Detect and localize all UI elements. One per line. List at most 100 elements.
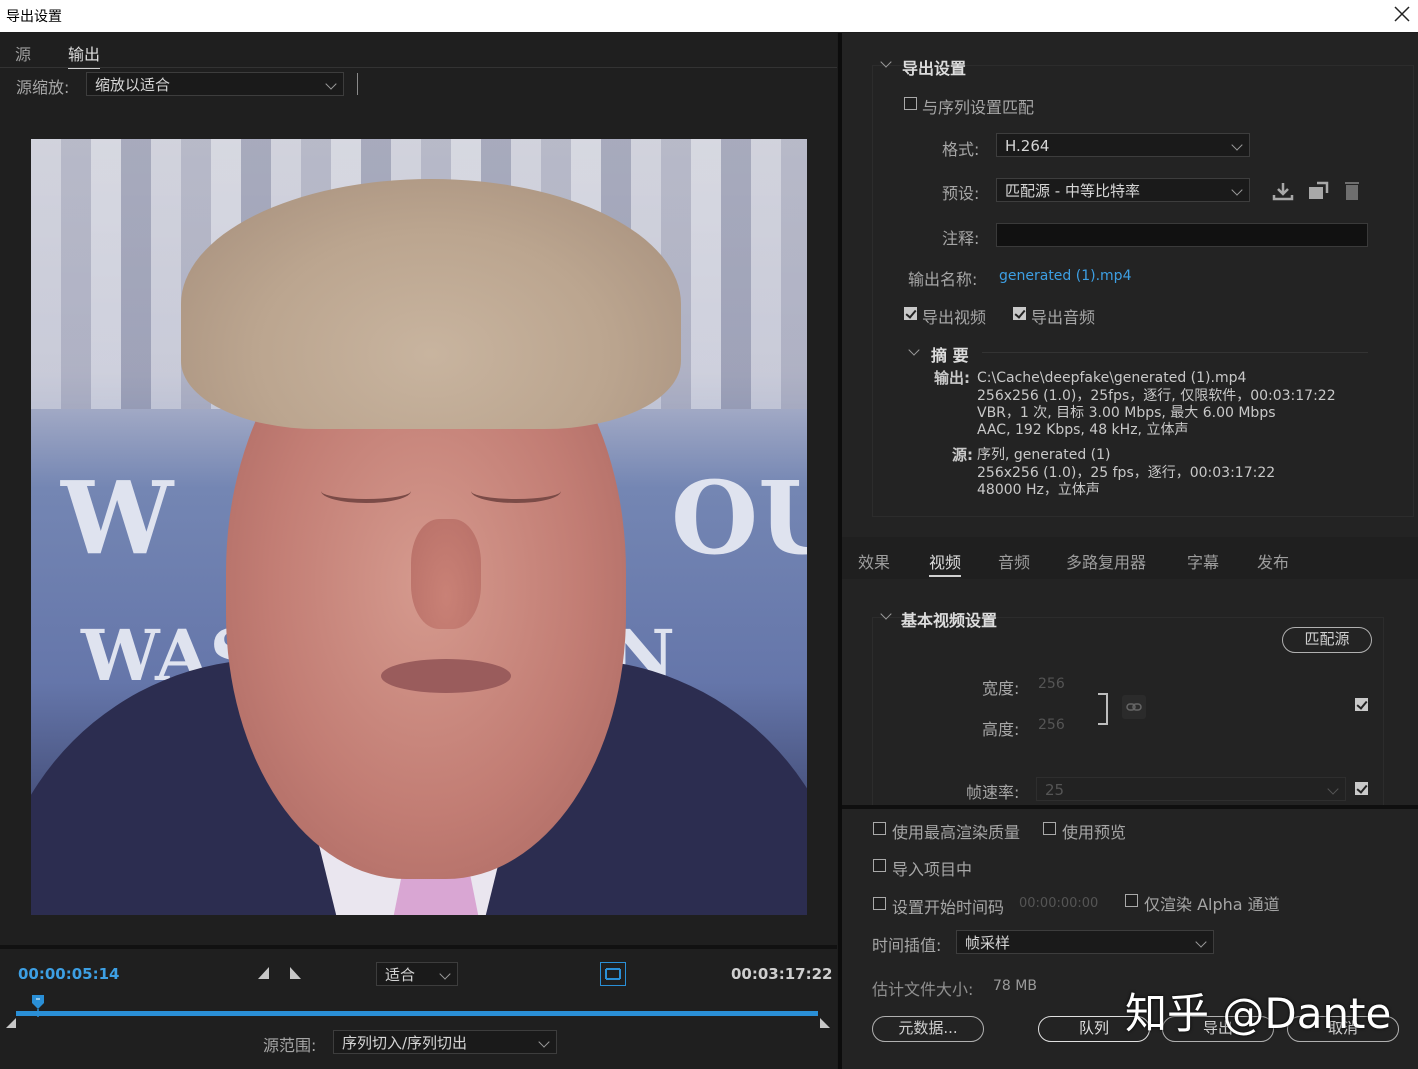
summary-output-line: VBR，1 次, 目标 3.00 Mbps, 最大 6.00 Mbps bbox=[977, 405, 1276, 421]
tab-captions[interactable]: 字幕 bbox=[1187, 549, 1219, 573]
summary-source-key: 源: bbox=[952, 446, 973, 464]
range-start-handle-icon[interactable] bbox=[5, 1017, 17, 1029]
summary-divider bbox=[982, 352, 1368, 353]
summary-output-line: 256x256 (1.0)，25fps，逐行, 仅限软件，00:03:17:22 bbox=[977, 388, 1336, 404]
metadata-button[interactable]: 元数据... bbox=[872, 1016, 984, 1042]
basic-video-title: 基本视频设置 bbox=[901, 611, 998, 630]
fit-dropdown[interactable]: 适合 bbox=[376, 962, 458, 986]
playhead-icon[interactable] bbox=[30, 993, 46, 1017]
crop-icon bbox=[605, 968, 621, 980]
height-value[interactable]: 256 bbox=[1038, 717, 1065, 733]
fit-value: 适合 bbox=[385, 966, 416, 984]
start-timecode-label: 设置开始时间码 bbox=[892, 898, 1005, 917]
import-preset-icon[interactable] bbox=[1307, 181, 1329, 201]
window-title: 导出设置 bbox=[6, 9, 62, 25]
tab-source[interactable]: 源 bbox=[15, 41, 31, 65]
tab-multiplexer[interactable]: 多路复用器 bbox=[1066, 549, 1146, 573]
tab-video[interactable]: 视频 bbox=[929, 549, 962, 577]
section-divider bbox=[842, 805, 1418, 809]
chevron-down-icon bbox=[1195, 936, 1207, 948]
match-sequence-label: 与序列设置匹配 bbox=[922, 98, 1035, 117]
separator bbox=[357, 73, 358, 95]
backdrop-text-1: W bbox=[61, 459, 174, 577]
output-name-link[interactable]: generated (1).mp4 bbox=[999, 268, 1131, 284]
summary-source-line: 48000 Hz，立体声 bbox=[977, 482, 1100, 498]
preview-bottom-border bbox=[0, 945, 837, 949]
format-dropdown[interactable]: H.264 bbox=[996, 133, 1250, 157]
width-value[interactable]: 256 bbox=[1038, 676, 1065, 692]
summary-source-line: 序列, generated (1) bbox=[977, 447, 1111, 463]
output-name-label: 输出名称: bbox=[908, 270, 978, 289]
nose bbox=[411, 519, 481, 629]
summary-source-line: 256x256 (1.0)，25 fps，逐行，00:03:17:22 bbox=[977, 465, 1276, 481]
source-range-value: 序列切入/序列切出 bbox=[342, 1034, 468, 1052]
time-interpolation-dropdown[interactable]: 帧采样 bbox=[956, 930, 1214, 954]
tab-output[interactable]: 输出 bbox=[68, 41, 101, 69]
title-bar: 导出设置 bbox=[0, 0, 1418, 32]
frame-rate-dropdown[interactable]: 25 bbox=[1036, 777, 1346, 801]
right-eye bbox=[471, 479, 561, 503]
mark-out-icon[interactable] bbox=[288, 966, 302, 980]
delete-preset-icon[interactable] bbox=[1342, 179, 1362, 201]
tab-publish[interactable]: 发布 bbox=[1257, 549, 1289, 573]
frame-rate-label: 帧速率: bbox=[966, 783, 1020, 802]
export-audio-checkbox[interactable] bbox=[1013, 307, 1026, 320]
source-scale-label: 源缩放: bbox=[16, 78, 70, 97]
comment-input[interactable] bbox=[996, 223, 1368, 247]
summary-output-line: AAC, 192 Kbps, 48 kHz, 立体声 bbox=[977, 422, 1189, 438]
export-audio-label: 导出音频 bbox=[1031, 308, 1096, 327]
start-timecode-value[interactable]: 00:00:00:00 bbox=[1019, 896, 1098, 911]
file-size-label: 估计文件大小: bbox=[872, 980, 974, 999]
chevron-down-icon bbox=[1231, 139, 1243, 151]
save-preset-icon[interactable] bbox=[1272, 181, 1294, 201]
mark-in-icon[interactable] bbox=[257, 966, 271, 980]
tab-audio[interactable]: 音频 bbox=[998, 549, 1030, 573]
chevron-down-icon bbox=[325, 78, 337, 90]
max-quality-label: 使用最高渲染质量 bbox=[892, 823, 1021, 842]
time-interpolation-label: 时间插值: bbox=[872, 936, 942, 955]
chain-link-icon bbox=[1126, 703, 1142, 711]
summary-output-line: C:\Cache\deepfake\generated (1).mp4 bbox=[977, 370, 1247, 386]
preview-panel: 源 输出 源缩放: 缩放以适合 W OU WAS N 00:00:05:14 适… bbox=[0, 33, 837, 1069]
source-scale-value: 缩放以适合 bbox=[95, 76, 171, 94]
preset-label: 预设: bbox=[942, 184, 980, 203]
watermark: 知乎 @Dante bbox=[1125, 989, 1392, 1038]
summary-title: 摘 要 bbox=[931, 346, 969, 365]
match-sequence-checkbox[interactable] bbox=[904, 97, 917, 110]
preset-value: 匹配源 - 中等比特率 bbox=[1005, 182, 1140, 200]
frame-rate-match-checkbox[interactable] bbox=[1355, 782, 1368, 795]
height-label: 高度: bbox=[982, 720, 1020, 739]
format-value: H.264 bbox=[1005, 137, 1050, 155]
max-quality-checkbox[interactable] bbox=[873, 822, 886, 835]
comment-label: 注释: bbox=[942, 229, 980, 248]
export-video-checkbox[interactable] bbox=[904, 307, 917, 320]
settings-panel: 导出设置 与序列设置匹配 格式: H.264 预设: 匹配源 - 中等比特率 注… bbox=[842, 33, 1418, 1069]
export-settings-title: 导出设置 bbox=[902, 59, 967, 78]
timeline-bar[interactable] bbox=[16, 1011, 818, 1016]
link-dimensions-button[interactable] bbox=[1122, 695, 1146, 719]
chevron-down-icon bbox=[1231, 184, 1243, 196]
tab-divider bbox=[0, 67, 837, 68]
source-range-dropdown[interactable]: 序列切入/序列切出 bbox=[333, 1030, 557, 1054]
range-end-handle-icon[interactable] bbox=[819, 1017, 831, 1029]
source-scale-dropdown[interactable]: 缩放以适合 bbox=[86, 72, 344, 96]
import-project-checkbox[interactable] bbox=[873, 859, 886, 872]
use-preview-checkbox[interactable] bbox=[1043, 822, 1056, 835]
match-source-button[interactable]: 匹配源 bbox=[1282, 627, 1372, 653]
current-timecode[interactable]: 00:00:05:14 bbox=[18, 965, 120, 983]
close-icon[interactable] bbox=[1390, 2, 1414, 26]
left-eye bbox=[321, 479, 411, 503]
import-project-label: 导入项目中 bbox=[892, 860, 973, 879]
crop-output-button[interactable] bbox=[600, 962, 626, 986]
frame-rate-value: 25 bbox=[1045, 781, 1065, 799]
source-range-label: 源范围: bbox=[263, 1036, 317, 1055]
format-label: 格式: bbox=[942, 140, 980, 159]
start-timecode-checkbox[interactable] bbox=[873, 897, 886, 910]
preset-dropdown[interactable]: 匹配源 - 中等比特率 bbox=[996, 178, 1250, 202]
alpha-only-checkbox[interactable] bbox=[1125, 894, 1138, 907]
chevron-down-icon bbox=[1327, 783, 1339, 795]
tab-effects[interactable]: 效果 bbox=[858, 549, 890, 573]
export-video-label: 导出视频 bbox=[922, 308, 987, 327]
total-timecode: 00:03:17:22 bbox=[731, 965, 833, 983]
width-height-match-checkbox[interactable] bbox=[1355, 698, 1368, 711]
